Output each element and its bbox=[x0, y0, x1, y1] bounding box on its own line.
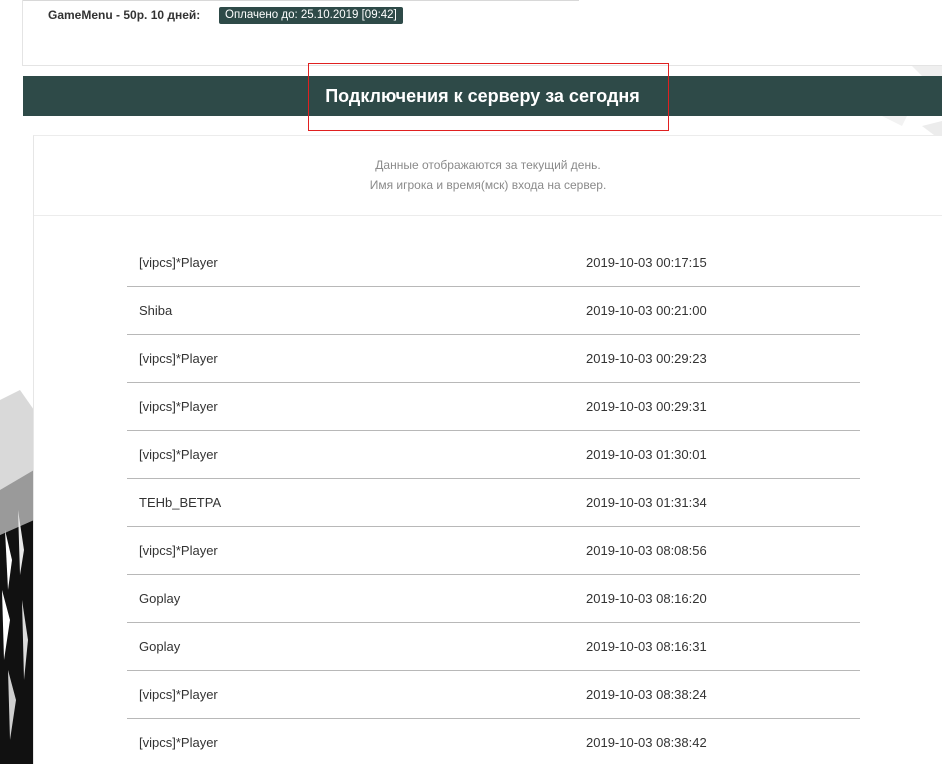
section-header: Подключения к серверу за сегодня bbox=[23, 76, 942, 116]
player-name: [vipcs]*Player bbox=[127, 335, 582, 383]
connect-time: 2019-10-03 08:16:31 bbox=[574, 623, 860, 671]
player-name: [vipcs]*Player bbox=[127, 239, 582, 287]
player-name: Goplay bbox=[127, 623, 582, 671]
table-row: [vipcs]*Player 2019-10-03 08:38:42 bbox=[127, 719, 860, 764]
connect-time: 2019-10-03 01:31:34 bbox=[574, 479, 860, 527]
page: GameMenu - 50р. 10 дней: Оплачено до: 25… bbox=[0, 0, 942, 764]
connect-time: 2019-10-03 08:08:56 bbox=[574, 527, 860, 575]
info-line-1: Данные отображаются за текущий день. bbox=[375, 158, 601, 172]
connect-time: 2019-10-03 08:38:42 bbox=[586, 735, 707, 750]
player-name: Goplay bbox=[127, 575, 582, 623]
connections-card: Данные отображаются за текущий день. Имя… bbox=[33, 135, 942, 764]
table-row: [vipcs]*Player 2019-10-03 08:38:24 bbox=[127, 671, 860, 719]
subscription-panel: GameMenu - 50р. 10 дней: Оплачено до: 25… bbox=[22, 0, 942, 66]
table-row: ТЕНb_ВЕТРА 2019-10-03 01:31:34 bbox=[127, 479, 860, 527]
info-text: Данные отображаются за текущий день. Имя… bbox=[34, 136, 942, 216]
panel-divider bbox=[23, 0, 579, 1]
player-name: Shiba bbox=[127, 287, 582, 335]
connect-time: 2019-10-03 00:17:15 bbox=[574, 239, 860, 287]
connect-time: 2019-10-03 00:29:23 bbox=[574, 335, 860, 383]
subscription-name: GameMenu - 50р. 10 дней: bbox=[48, 8, 201, 22]
grass-background-decoration bbox=[0, 360, 34, 764]
player-name: [vipcs]*Player bbox=[127, 527, 582, 575]
table-row: Goplay 2019-10-03 08:16:31 bbox=[127, 623, 860, 671]
player-name: [vipcs]*Player bbox=[127, 383, 582, 431]
player-name: [vipcs]*Player bbox=[127, 431, 582, 479]
table-row: [vipcs]*Player 2019-10-03 00:29:23 bbox=[127, 335, 860, 383]
connect-time: 2019-10-03 00:29:31 bbox=[574, 383, 860, 431]
info-line-2: Имя игрока и время(мск) входа на сервер. bbox=[369, 178, 607, 192]
table-row: [vipcs]*Player 2019-10-03 00:17:15 bbox=[127, 239, 860, 287]
connections-table: [vipcs]*Player 2019-10-03 00:17:15 Shiba… bbox=[127, 239, 860, 764]
table-row: [vipcs]*Player 2019-10-03 08:08:56 bbox=[127, 527, 860, 575]
paid-until-badge: Оплачено до: 25.10.2019 [09:42] bbox=[219, 7, 403, 24]
player-name: [vipcs]*Player bbox=[139, 735, 218, 750]
table-row: Shiba 2019-10-03 00:21:00 bbox=[127, 287, 860, 335]
player-name: ТЕНb_ВЕТРА bbox=[127, 479, 582, 527]
table-row: [vipcs]*Player 2019-10-03 01:30:01 bbox=[127, 431, 860, 479]
table-row: Goplay 2019-10-03 08:16:20 bbox=[127, 575, 860, 623]
connect-time: 2019-10-03 01:30:01 bbox=[574, 431, 860, 479]
player-name: [vipcs]*Player bbox=[127, 671, 582, 719]
connect-time: 2019-10-03 08:38:24 bbox=[574, 671, 860, 719]
connect-time: 2019-10-03 08:16:20 bbox=[574, 575, 860, 623]
table-row: [vipcs]*Player 2019-10-03 00:29:31 bbox=[127, 383, 860, 431]
section-title: Подключения к серверу за сегодня bbox=[325, 86, 640, 106]
connect-time: 2019-10-03 00:21:00 bbox=[574, 287, 860, 335]
